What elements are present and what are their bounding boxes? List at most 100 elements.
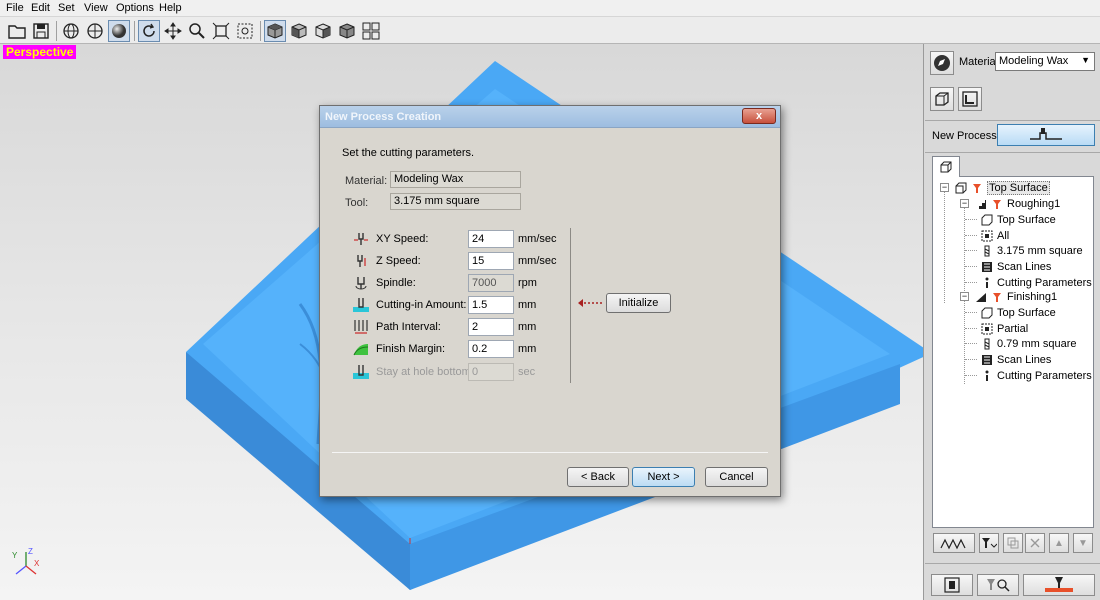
dialog-titlebar[interactable]: New Process Creation x: [320, 106, 780, 128]
zoom-window-button[interactable]: [234, 20, 256, 42]
back-button[interactable]: < Back: [567, 467, 629, 487]
xy-speed-icon: [354, 233, 368, 245]
cut-button[interactable]: [1023, 574, 1095, 596]
tree-item[interactable]: Top Surface: [981, 212, 1056, 227]
parameters-icon: [981, 277, 993, 289]
tree-collapse-toggle[interactable]: −: [940, 183, 949, 192]
z-speed-unit: mm/sec: [518, 255, 557, 267]
menu-file[interactable]: File: [6, 2, 24, 14]
tree-item-label: Scan Lines: [997, 260, 1052, 273]
view-shaded-button[interactable]: [108, 20, 130, 42]
z-speed-icon: [357, 255, 366, 267]
tree-item[interactable]: Scan Lines: [981, 352, 1051, 367]
menu-edit[interactable]: Edit: [31, 2, 50, 14]
toolbar: [0, 17, 1100, 44]
tree-collapse-toggle[interactable]: −: [960, 292, 969, 301]
tree-tab[interactable]: [932, 156, 960, 177]
tree-item[interactable]: Partial: [981, 321, 1028, 336]
view-right-button[interactable]: [312, 20, 334, 42]
tree-item-label: Cutting Parameters: [997, 276, 1092, 289]
tool-dropdown-icon: [982, 538, 997, 548]
preview-search-button[interactable]: [977, 574, 1019, 596]
tool-icon: [971, 182, 983, 194]
menu-help[interactable]: Help: [159, 2, 182, 14]
view-top-button[interactable]: [264, 20, 286, 42]
xy-speed-input[interactable]: [468, 230, 514, 248]
stop-button[interactable]: [931, 574, 973, 596]
cutting-in-input[interactable]: [468, 296, 514, 314]
compass-button[interactable]: [930, 51, 954, 75]
cube-front-icon: [291, 23, 307, 39]
tree-item[interactable]: Cutting Parameters: [981, 275, 1092, 290]
tree-roughing-label: Roughing1: [1007, 197, 1061, 210]
tree-line: [965, 282, 977, 283]
new-process-icon: [1030, 128, 1062, 140]
view-globe-button[interactable]: [60, 20, 82, 42]
tree-root-label: Top Surface: [987, 180, 1050, 195]
preview-cut-button[interactable]: [933, 533, 975, 553]
axis-indicator: Z Y X: [12, 547, 40, 575]
tool-icon: [991, 198, 1003, 210]
tree-finishing[interactable]: Finishing1: [975, 289, 1057, 304]
z-speed-input[interactable]: [468, 252, 514, 270]
menu-view[interactable]: View: [84, 2, 108, 14]
process-tree[interactable]: − Top Surface − Roughing1 Top Surface Al…: [932, 176, 1094, 528]
save-button[interactable]: [30, 20, 52, 42]
tree-line: [965, 250, 977, 251]
tool-preview-icon: [987, 579, 1010, 592]
path-interval-input[interactable]: [468, 318, 514, 336]
tree-line: [965, 235, 977, 236]
initialize-button[interactable]: Initialize: [606, 293, 671, 313]
tool-icon: [991, 291, 1003, 303]
tree-roughing[interactable]: Roughing1: [975, 196, 1060, 211]
material-select[interactable]: Modeling Wax ▼: [995, 52, 1095, 71]
delete-button[interactable]: [1025, 533, 1045, 553]
zoom-fit-button[interactable]: [210, 20, 232, 42]
tree-collapse-toggle[interactable]: −: [960, 199, 969, 208]
tree-root[interactable]: Top Surface: [955, 180, 1050, 195]
pan-button[interactable]: [162, 20, 184, 42]
arrow-left-icon: [578, 299, 602, 307]
stay-hole-icon: [353, 365, 369, 379]
open-folder-button[interactable]: [6, 20, 28, 42]
view-multi-button[interactable]: [360, 20, 382, 42]
tree-item[interactable]: Top Surface: [981, 305, 1056, 320]
tree-item[interactable]: Cutting Parameters: [981, 368, 1092, 383]
view-iso-button[interactable]: [336, 20, 358, 42]
globe-icon: [63, 23, 79, 39]
fit-frame-icon: [212, 22, 230, 40]
view-wireframe-button[interactable]: [84, 20, 106, 42]
tool-dropdown-button[interactable]: [979, 533, 999, 553]
tree-item[interactable]: 3.175 mm square: [981, 243, 1083, 258]
surface-icon: [981, 214, 993, 226]
copy-icon: [1007, 537, 1019, 549]
move-down-button[interactable]: ▼: [1073, 533, 1093, 553]
model-box-button[interactable]: [930, 87, 954, 111]
tree-line: [965, 359, 977, 360]
cancel-button[interactable]: Cancel: [705, 467, 768, 487]
move-up-button[interactable]: ▲: [1049, 533, 1069, 553]
copy-button[interactable]: [1003, 533, 1023, 553]
next-button[interactable]: Next >: [632, 467, 695, 487]
finish-margin-input[interactable]: [468, 340, 514, 358]
magnifier-icon: [189, 23, 205, 39]
rotate-button[interactable]: [138, 20, 160, 42]
menu-options[interactable]: Options: [116, 2, 154, 14]
tree-line: [944, 191, 945, 303]
tree-item[interactable]: 0.79 mm square: [981, 336, 1076, 351]
menu-set[interactable]: Set: [58, 2, 75, 14]
finishing-icon: [975, 291, 987, 303]
dialog-close-button[interactable]: x: [742, 108, 776, 124]
area-icon: [981, 230, 993, 242]
origin-icon: [962, 91, 978, 107]
zoom-button[interactable]: [186, 20, 208, 42]
toolbar-separator: [134, 21, 135, 41]
new-process-button[interactable]: [997, 124, 1095, 146]
spindle-label: Spindle:: [376, 277, 416, 289]
tree-item[interactable]: All: [981, 228, 1009, 243]
xy-speed-label: XY Speed:: [376, 233, 429, 245]
tree-line: [965, 343, 977, 344]
view-front-button[interactable]: [288, 20, 310, 42]
model-origin-button[interactable]: [958, 87, 982, 111]
tree-item[interactable]: Scan Lines: [981, 259, 1051, 274]
